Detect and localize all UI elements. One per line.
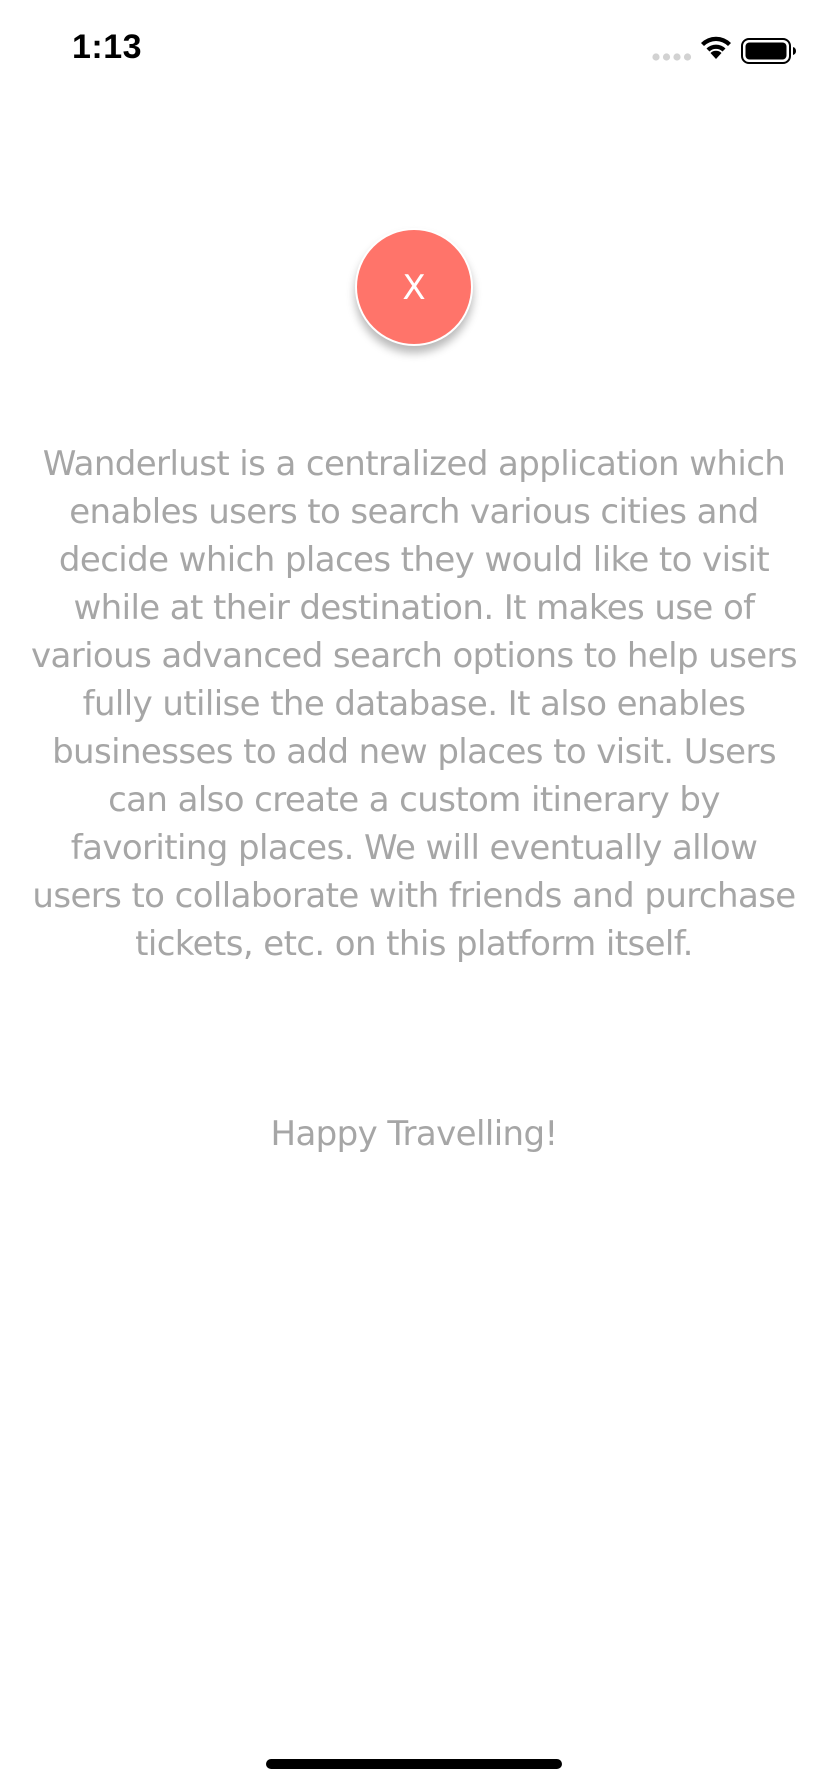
home-indicator[interactable] bbox=[266, 1759, 562, 1769]
status-time: 1:13 bbox=[72, 28, 143, 66]
close-button[interactable]: X bbox=[355, 228, 473, 346]
wifi-icon bbox=[701, 36, 731, 59]
battery-icon bbox=[741, 38, 796, 64]
status-bar: 1:13 bbox=[0, 0, 828, 100]
close-button-label: X bbox=[402, 268, 426, 308]
cellular-signal-icon bbox=[652, 53, 692, 61]
app-description: Wanderlust is a centralized application … bbox=[30, 444, 798, 964]
closing-message: Happy Travelling! bbox=[270, 1114, 558, 1154]
